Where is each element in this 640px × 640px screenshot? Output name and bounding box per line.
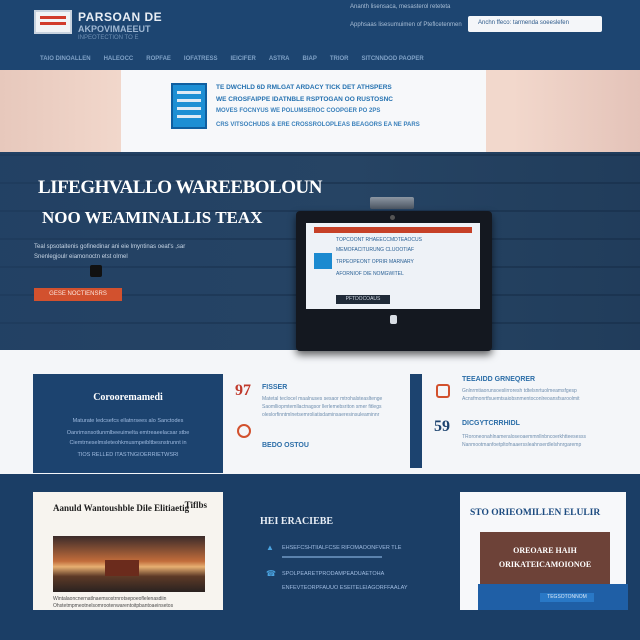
monitor-illustration: TOPCOONT RHAEECCMDTEAOCUS MEMOFACITURUNG… — [296, 211, 492, 351]
hero-description: Teal spsotaitenis gofinedinar ani eie lm… — [34, 244, 186, 250]
section-divider — [410, 374, 422, 468]
power-icon — [390, 315, 397, 324]
nav-item-1[interactable]: TAIO DINOALLEN — [40, 56, 91, 62]
news-card[interactable]: Aanuld Wantoushble Dile Elitiaetig Tiflb… — [33, 492, 223, 610]
camera-icon — [390, 215, 395, 220]
promo-button[interactable]: TEGSOTONNOM — [540, 593, 594, 602]
news-text: Ohstetmpmeotnelsomrootenwarentoitpbantoa… — [53, 603, 174, 609]
nav-item-3[interactable]: ROPFAE — [146, 56, 171, 62]
screen-image — [314, 253, 332, 269]
monitor-screen: TOPCOONT RHAEECCMDTEAOCUS MEMOFACITURUNG… — [306, 223, 480, 309]
promo-title: STO ORIEOMILLEN ELULIR — [470, 508, 601, 518]
search-input[interactable]: Anchn ffeco: tarmenda soeeslefen — [468, 16, 602, 32]
stat-text: Matetal teclocel maalnuses sesaor mtroha… — [262, 396, 383, 402]
document-icon — [171, 83, 207, 129]
banner-text-line: WE CROSFAIPPE IDATNBLE RSPTOGAN OO RUSTO… — [216, 96, 393, 103]
stat-label: TEEAIDD GRNEQRER — [462, 376, 536, 383]
stat-label: FISSER — [262, 384, 288, 391]
header-info-line: Apphsaas lisesumuimen of Pteflcetenmen — [350, 22, 462, 28]
brand-tagline: INPEOTECTION TO E — [78, 35, 139, 41]
nav-item-4[interactable]: IOFATRESS — [184, 56, 218, 62]
nav-item-6[interactable]: ASTRA — [269, 56, 290, 62]
help-text: EHSEFCSHTIIALFCSE RIFOMAOONFVER TLE — [282, 545, 402, 551]
news-text: Wintalaoncnernatlnaemsostrnrotsepoeoflel… — [53, 596, 167, 602]
header-contact-line: Ananth lisensaca, mesasterol reteteta — [350, 4, 451, 10]
search-placeholder: Anchn ffeco: tarmenda soeeslefen — [478, 20, 569, 26]
stat-text: Nanmootmanfoetpltofnaaerssleahnserdlelsh… — [462, 442, 582, 448]
feature-card-line: TIOS RELLED ITASTNGIOERRIETWSRI — [77, 452, 179, 458]
nav-item-9[interactable]: SITCNNDOD PAOPER — [362, 56, 424, 62]
news-photo — [53, 536, 205, 592]
monitor-stand — [370, 197, 414, 209]
feature-card-line: Ciemtrneselmsleteohkmusmpeibltbesnstrunn… — [69, 440, 187, 446]
stat-text: Gnlnrmtiaorunsoeslirroresh tdtelsnrtuolm… — [462, 388, 577, 394]
logo-icon[interactable] — [34, 10, 72, 34]
news-badge: Tiflbs — [184, 500, 207, 510]
nav-item-8[interactable]: TRIOR — [330, 56, 349, 62]
banner-text-line: MOVES FOCNYUS WE POLUMSEROC COOPGER PO 2… — [216, 108, 381, 114]
phone-icon: ☎ — [266, 569, 276, 578]
stat-label: BEDO OSTOU — [262, 442, 309, 449]
hero-description-2: Snenlegjoulr eiamonoctn etst olrnel — [34, 254, 128, 260]
brand-subtitle: AKPOVIMAEEUT — [78, 24, 151, 34]
play-icon[interactable] — [90, 265, 102, 277]
screen-text: AFORNIOF DIE NOMGWITEL — [336, 271, 404, 277]
stat-label: DICGYTCRRHIDL — [462, 420, 520, 427]
brand-name[interactable]: PARSOAN DE — [78, 10, 162, 24]
screen-text: TRPEOPEONT OPRIR MARNARY — [336, 259, 414, 265]
help-text: SPOLPEARETPRODAMPEADUAETOHA — [282, 571, 385, 577]
hero-cta-button[interactable]: GESE NOCTIENSRS — [34, 288, 122, 301]
screen-header-bar — [314, 227, 472, 233]
promo-box: OREOARE HAIH ORIKATEICAMOIONOE — [480, 532, 610, 586]
site-header: PARSOAN DE AKPOVIMAEEUT INPEOTECTION TO … — [0, 0, 640, 70]
help-item[interactable]: ▲ EHSEFCSHTIIALFCSE RIFOMAOONFVER TLE — [266, 544, 401, 552]
banner-text-line: TE DWCHLD 6D RMLGAT ARDACY TICK DET ATHS… — [216, 84, 392, 91]
stat-text: Saomlliopmtemllactnagsor llerlemebsriton… — [262, 404, 382, 410]
stat-text: oleslorfinntmlnetsemroliatisdaminsaeresi… — [262, 412, 380, 418]
chart-icon — [436, 384, 450, 398]
banner-text-line: CRS VITSOCHUDS & ERE CROSSROLOPLEAS BEAG… — [216, 122, 420, 128]
hero-title: LIFEGHVALLO WAREEBOLOUN — [38, 177, 322, 198]
announcement-banner[interactable]: TE DWCHLD 6D RMLGAT ARDACY TICK DET ATHS… — [121, 70, 486, 152]
promo-text: ORIKATEICAMOIONOE — [498, 560, 592, 569]
main-nav: TAIO DINOALLEN HALEOCC ROPFAE IOFATRESS … — [40, 56, 424, 62]
nav-item-5[interactable]: IEICIFER — [230, 56, 255, 62]
hero-subtitle: NOO WEAMINALLIS TEAX — [42, 208, 263, 227]
help-text: ENFEVTEORPFAUUO ESEITELEIAGORFFAALAY — [282, 585, 408, 591]
screen-text: TOPCOONT RHAEECCMDTEAOCUS — [336, 237, 422, 243]
bottom-section: Aanuld Wantoushble Dile Elitiaetig Tiflb… — [0, 474, 640, 640]
screen-text: MEMOFACITURUNG CLUOOTIAF — [336, 247, 415, 253]
target-icon — [237, 424, 251, 438]
hero-section: LIFEGHVALLO WAREEBOLOUN NOO WEAMINALLIS … — [0, 152, 640, 351]
feature-card-line: Oanrimsnsotlunmlbeeuimelta emtreaeelacsa… — [66, 430, 190, 436]
nav-item-7[interactable]: BIAP — [302, 56, 316, 62]
help-item[interactable]: ENFEVTEORPFAUUO ESEITELEIAGORFFAALAY — [266, 584, 408, 592]
help-item[interactable]: ☎ SPOLPEARETPRODAMPEADUAETOHA — [266, 570, 384, 578]
nav-item-2[interactable]: HALEOCC — [104, 56, 134, 62]
info-icon — [266, 584, 274, 592]
help-divider — [282, 556, 382, 558]
features-section: Corooremamedi Maturate ledcsefcs ellatnr… — [0, 350, 640, 474]
stat-number: 59 — [434, 418, 450, 435]
stat-text: Acnsfmonrtfsuemtsaiobsnmentoconlreoansfs… — [462, 396, 580, 402]
feature-card-title: Corooremamedi — [93, 392, 163, 403]
stat-number: 97 — [235, 382, 251, 399]
stat-text: TRoroneonahlnameraloseoaemmnllnbncoerkht… — [462, 434, 586, 440]
screen-button: PFTDOCOAUS — [336, 295, 390, 304]
help-title: HEI ERACIEBE — [260, 516, 334, 527]
feature-card-line: Maturate ledcsefcs ellatnrsees alo Sanct… — [72, 418, 184, 424]
promo-text: OREOARE HAIH — [513, 546, 577, 555]
feature-card[interactable]: Corooremamedi Maturate ledcsefcs ellatnr… — [33, 374, 223, 473]
bar-chart-icon: ▲ — [266, 543, 274, 552]
